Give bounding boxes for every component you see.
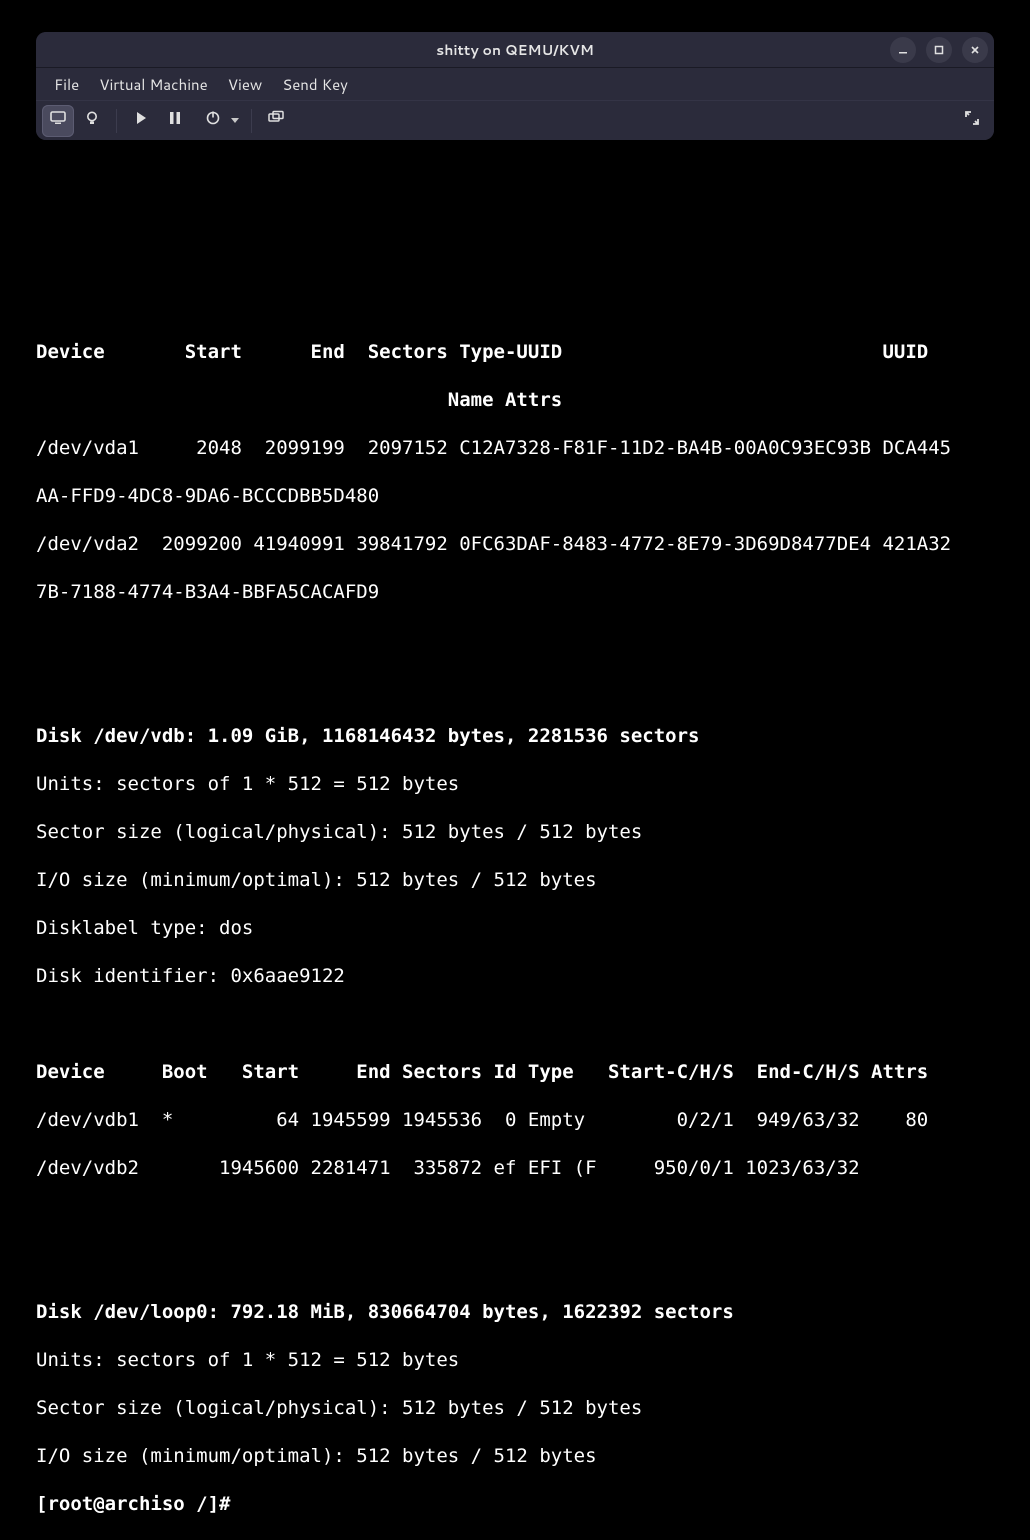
table-header: Name Attrs bbox=[36, 388, 994, 412]
power-icon-wrap bbox=[197, 105, 229, 137]
pause-icon bbox=[166, 109, 184, 133]
disk-heading: Disk /dev/loop0: 792.18 MiB, 830664704 b… bbox=[36, 1300, 994, 1324]
menubar: File Virtual Machine View Send Key bbox=[36, 68, 994, 100]
disk-info: Sector size (logical/physical): 512 byte… bbox=[36, 1396, 994, 1420]
table-row: /dev/vda2 2099200 41940991 39841792 0FC6… bbox=[36, 532, 994, 556]
fullscreen-icon bbox=[963, 109, 981, 133]
fullscreen-button[interactable] bbox=[956, 105, 988, 137]
toolbar bbox=[36, 100, 994, 140]
lightbulb-icon bbox=[83, 109, 101, 133]
snapshots-button[interactable] bbox=[260, 105, 292, 137]
power-menu-button[interactable] bbox=[193, 105, 243, 137]
run-button[interactable] bbox=[125, 105, 157, 137]
monitor-icon bbox=[49, 109, 67, 133]
vm-viewer-window: shitty on QEMU/KVM File Virtual Machine … bbox=[36, 32, 994, 140]
table-row: AA-FFD9-4DC8-9DA6-BCCCDBB5D480 bbox=[36, 484, 994, 508]
table-row: /dev/vda1 2048 2099199 2097152 C12A7328-… bbox=[36, 436, 994, 460]
screens-icon bbox=[267, 109, 285, 133]
play-icon bbox=[132, 109, 150, 133]
table-row: 7B-7188-4774-B3A4-BBFA5CACAFD9 bbox=[36, 580, 994, 604]
table-row: /dev/vdb1 * 64 1945599 1945536 0 Empty 0… bbox=[36, 1108, 994, 1132]
disk-info: Units: sectors of 1 * 512 = 512 bytes bbox=[36, 1348, 994, 1372]
chevron-down-icon bbox=[231, 118, 239, 123]
disk-heading: Disk /dev/vdb: 1.09 GiB, 1168146432 byte… bbox=[36, 724, 994, 748]
window-title: shitty on QEMU/KVM bbox=[436, 40, 594, 60]
table-row: /dev/vdb2 1945600 2281471 335872 ef EFI … bbox=[36, 1156, 994, 1180]
menu-send-key[interactable]: Send Key bbox=[272, 70, 358, 99]
disk-info: I/O size (minimum/optimal): 512 bytes / … bbox=[36, 1444, 994, 1468]
vm-console[interactable]: Device Start End Sectors Type-UUID UUID … bbox=[36, 316, 994, 1540]
menu-file[interactable]: File bbox=[44, 70, 89, 99]
disk-info: Units: sectors of 1 * 512 = 512 bytes bbox=[36, 772, 994, 796]
table-header: Device Boot Start End Sectors Id Type St… bbox=[36, 1060, 994, 1084]
console-view-button[interactable] bbox=[42, 105, 74, 137]
details-view-button[interactable] bbox=[76, 105, 108, 137]
minimize-button[interactable] bbox=[890, 37, 916, 63]
toolbar-separator bbox=[251, 109, 252, 133]
power-icon bbox=[204, 109, 222, 133]
close-button[interactable] bbox=[962, 37, 988, 63]
pause-button[interactable] bbox=[159, 105, 191, 137]
disk-info: I/O size (minimum/optimal): 512 bytes / … bbox=[36, 868, 994, 892]
window-controls bbox=[890, 37, 988, 63]
table-header: Device Start End Sectors Type-UUID UUID bbox=[36, 340, 994, 364]
menu-virtual-machine[interactable]: Virtual Machine bbox=[89, 70, 218, 99]
toolbar-separator bbox=[116, 109, 117, 133]
disk-info: Disklabel type: dos bbox=[36, 916, 994, 940]
disk-info: Disk identifier: 0x6aae9122 bbox=[36, 964, 994, 988]
menu-view[interactable]: View bbox=[218, 70, 273, 99]
maximize-button[interactable] bbox=[926, 37, 952, 63]
disk-info: Sector size (logical/physical): 512 byte… bbox=[36, 820, 994, 844]
titlebar[interactable]: shitty on QEMU/KVM bbox=[36, 32, 994, 68]
shell-prompt: [root@archiso /]# bbox=[36, 1492, 994, 1516]
